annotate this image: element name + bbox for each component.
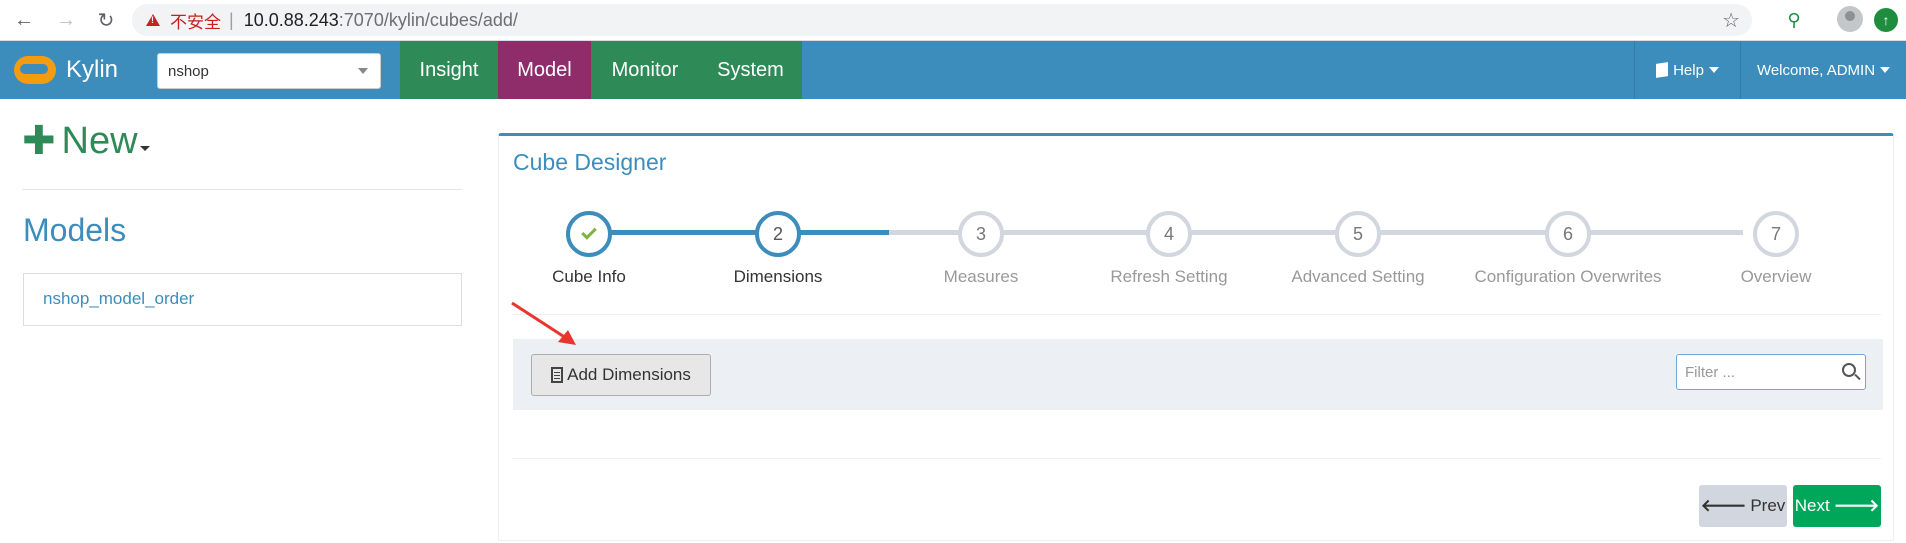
search-icon — [1842, 363, 1856, 377]
panel-title: Cube Designer — [513, 149, 667, 175]
tab-monitor[interactable]: Monitor — [591, 41, 699, 99]
tab-system[interactable]: System — [699, 41, 802, 99]
chevron-down-icon — [139, 145, 150, 151]
divider — [513, 314, 1881, 315]
step-track-line — [889, 230, 1743, 235]
step-4-circle[interactable]: 4 — [1146, 211, 1192, 257]
url-host: 10.0.88.243 — [243, 9, 339, 30]
chevron-down-icon — [1708, 67, 1719, 73]
user-menu[interactable]: Welcome, ADMIN — [1740, 41, 1906, 99]
step-7-circle[interactable]: 7 — [1753, 211, 1799, 257]
chevron-down-icon — [1880, 67, 1891, 73]
insecure-label: 不安全 — [170, 12, 221, 32]
arrow-right-icon: 🡒 — [1833, 496, 1880, 515]
check-icon — [581, 224, 597, 240]
help-label: Help — [1673, 61, 1704, 79]
step-6-circle[interactable]: 6 — [1545, 211, 1591, 257]
step-6-label: Configuration Overwrites — [1474, 267, 1662, 286]
top-navbar: Kylin nshop Insight Model Monitor System… — [0, 41, 1906, 99]
plus-icon: ✚ — [22, 119, 56, 163]
models-heading: Models — [23, 212, 127, 248]
address-bar[interactable]: 不安全 | 10.0.88.243:7070/kylin/cubes/add/ … — [132, 4, 1752, 36]
model-list: nshop_model_order — [23, 273, 462, 326]
new-label: New — [61, 119, 138, 162]
project-select-value: nshop — [168, 62, 209, 80]
tab-insight[interactable]: Insight — [400, 41, 498, 99]
filter-input[interactable] — [1676, 354, 1866, 390]
step-progress-line — [596, 230, 889, 235]
divider — [513, 458, 1881, 459]
welcome-label: Welcome, ADMIN — [1756, 61, 1876, 79]
model-link[interactable]: nshop_model_order — [43, 289, 194, 309]
prev-label: Prev — [1750, 496, 1786, 515]
bookmark-star-icon[interactable]: ☆ — [1722, 8, 1740, 33]
next-button[interactable]: Next 🡒 — [1793, 485, 1881, 527]
url-path: :7070/kylin/cubes/add/ — [338, 9, 518, 30]
kylin-logo-icon — [14, 56, 56, 84]
prev-button[interactable]: 🡐 Prev — [1699, 485, 1787, 527]
chevron-down-icon — [358, 68, 368, 74]
back-arrow-icon[interactable]: ← — [10, 6, 38, 34]
add-dimensions-label: Add Dimensions — [567, 365, 691, 384]
extension-icon[interactable]: ⚲ — [1782, 8, 1806, 32]
forward-arrow-icon[interactable]: → — [52, 6, 80, 34]
building-icon — [551, 367, 564, 383]
annotation-arrow-icon — [511, 301, 576, 345]
profile-avatar-icon[interactable] — [1837, 6, 1863, 32]
brand[interactable]: Kylin — [0, 41, 132, 99]
new-button[interactable]: ✚ New — [22, 118, 150, 164]
brand-name: Kylin — [66, 56, 119, 83]
warning-icon — [146, 14, 160, 26]
omnibox-separator: | — [229, 9, 234, 30]
step-5-label: Advanced Setting — [1291, 267, 1425, 286]
cube-designer-panel: Cube Designer Cube Info 2 Dimensions 3 M… — [498, 133, 1894, 541]
update-icon[interactable]: ↑ — [1874, 8, 1898, 32]
browser-toolbar: ← → ↻ 不安全 | 10.0.88.243:7070/kylin/cubes… — [0, 0, 1906, 41]
step-3-circle[interactable]: 3 — [958, 211, 1004, 257]
step-7-label: Overview — [1740, 267, 1812, 286]
step-2-circle[interactable]: 2 — [755, 211, 801, 257]
tab-model[interactable]: Model — [498, 41, 591, 99]
arrow-left-icon: 🡐 — [1700, 496, 1747, 515]
help-menu[interactable]: Help — [1634, 41, 1740, 99]
add-dimensions-button[interactable]: Add Dimensions — [531, 354, 711, 396]
step-1-circle[interactable] — [566, 211, 612, 257]
next-label: Next — [1794, 496, 1830, 515]
project-select[interactable]: nshop — [157, 53, 381, 89]
dimensions-toolbar: Add Dimensions — [513, 339, 1883, 410]
step-5-circle[interactable]: 5 — [1335, 211, 1381, 257]
divider — [22, 189, 462, 190]
reload-icon[interactable]: ↻ — [92, 6, 120, 34]
book-icon — [1656, 62, 1669, 78]
